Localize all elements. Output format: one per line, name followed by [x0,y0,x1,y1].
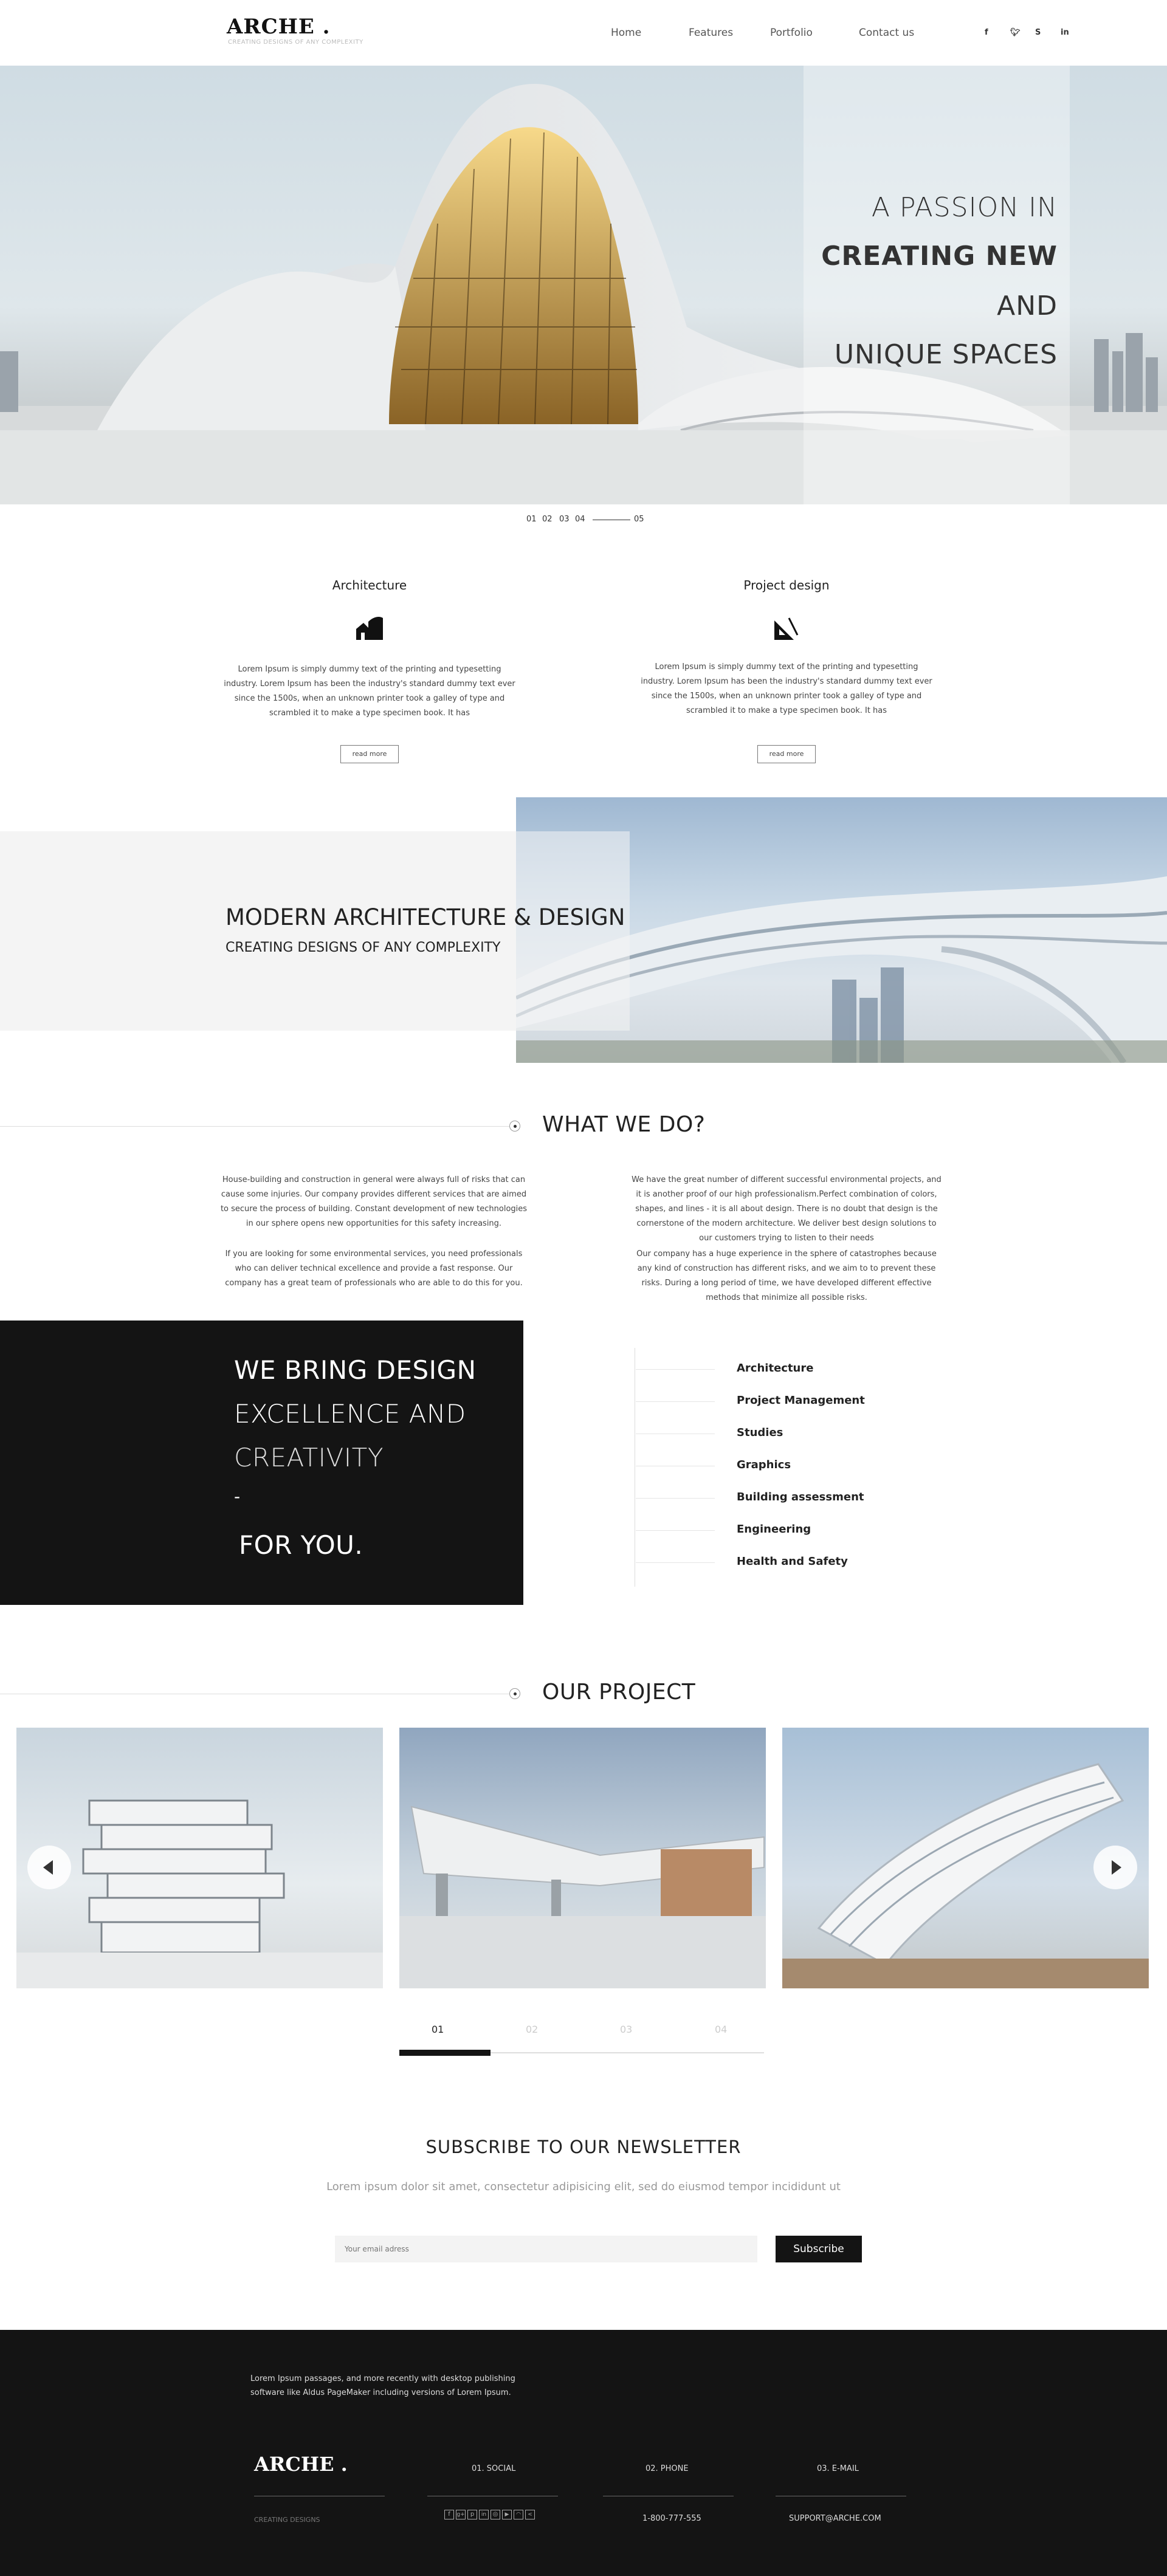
newsletter-subheading: Lorem ipsum dolor sit amet, consectetur … [326,2180,841,2193]
modern-subtitle: CREATING DESIGNS OF ANY COMPLEXITY [225,940,501,955]
logo[interactable]: ARCHE . [227,15,330,39]
google-plus-icon[interactable]: g+ [456,2510,466,2519]
read-more-button[interactable]: read more [757,745,816,763]
twitter-icon[interactable]: 🐦︎ [1010,28,1021,37]
hero-pager-01[interactable]: 01 [526,515,537,524]
service-item-project-management[interactable]: Project Management [737,1394,865,1407]
service-title-project-design: Project design [743,578,830,592]
project-progress-track [399,2050,764,2056]
what-we-do-right-2: Our company has a huge experience in the… [636,1249,937,1302]
buildings-icon [356,617,383,640]
footer-phone-title: 02. PHONE [645,2464,689,2473]
previous-arrow-icon[interactable] [27,1846,71,1889]
footer-email[interactable]: SUPPORT@ARCHE.COM [789,2514,881,2523]
project-tab-01[interactable]: 01 [432,2024,444,2035]
footer-logo[interactable]: ARCHE . [254,2453,348,2476]
service-item-studies[interactable]: Studies [737,1426,783,1439]
facebook-icon[interactable]: f [444,2510,454,2519]
project-progress-fill [399,2050,491,2056]
list-divider [636,1369,715,1370]
rss-icon[interactable]: ◠ [514,2510,523,2519]
hero-text-panel [804,66,1070,504]
what-we-do-heading: WHAT WE DO? [542,1112,706,1137]
linkedin-icon[interactable]: in [479,2510,489,2519]
hero-line-3: AND [997,290,1058,321]
list-divider [636,1401,715,1402]
section-bullet-icon [509,1688,520,1699]
project-tab-02[interactable]: 02 [526,2024,538,2035]
bring-line-2: EXCELLENCE AND [234,1399,466,1429]
service-item-architecture[interactable]: Architecture [737,1362,813,1375]
service-item-health-and-safety[interactable]: Health and Safety [737,1555,848,1568]
project-tab-03[interactable]: 03 [620,2024,632,2035]
what-we-do-right-1: We have the great number of different su… [632,1175,942,1243]
hero-line-2: CREATING NEW [821,241,1058,272]
service-item-graphics[interactable]: Graphics [737,1458,791,1471]
footer-email-title: 03. E-MAIL [817,2464,859,2473]
hero-pager-04[interactable]: 04 [575,515,585,524]
service-text-project-design: Lorem Ipsum is simply dummy text of the … [641,662,932,715]
logo-tagline: CREATING DESIGNS OF ANY COMPLEXITY [228,39,363,46]
service-item-engineering[interactable]: Engineering [737,1523,811,1536]
share-icon[interactable]: < [525,2510,535,2519]
hero-pager-02[interactable]: 02 [542,515,553,524]
newsletter-heading: SUBSCRIBE TO OUR NEWSLETTER [425,2137,742,2157]
bring-line-5: FOR YOU. [239,1530,363,1560]
read-more-button[interactable]: read more [340,745,399,763]
hero-pager-03[interactable]: 03 [559,515,570,524]
hero-pager-05[interactable]: 05 [634,515,644,524]
site-footer [0,2330,1167,2576]
project-tab-04[interactable]: 04 [715,2024,727,2035]
bring-line-1: WE BRING DESIGN [234,1355,477,1385]
bring-line-4: - [234,1486,241,1506]
nav-features[interactable]: Features [689,27,733,39]
next-arrow-icon[interactable] [1093,1846,1137,1889]
youtube-icon[interactable]: ▶ [502,2510,512,2519]
triangle-ruler-icon [774,617,799,640]
modern-overlay [516,831,630,1031]
facebook-icon[interactable]: f [985,28,988,37]
section-divider [0,1126,509,1127]
site-header: ARCHE . CREATING DESIGNS OF ANY COMPLEXI… [0,0,1167,66]
what-we-do-left-1: House-building and construction in gener… [220,1175,528,1228]
our-project-heading: OUR PROJECT [542,1680,696,1705]
hero-line-4: UNIQUE SPACES [834,339,1058,370]
project-image-2[interactable] [399,1728,766,1988]
footer-blurb-line-1: Lorem Ipsum passages, and more recently … [250,2374,515,2383]
project-image-1[interactable] [16,1728,383,1988]
list-divider [636,1562,715,1563]
skype-icon[interactable]: S [1035,28,1041,37]
section-bullet-icon [509,1121,520,1132]
nav-home[interactable]: Home [611,27,641,39]
service-text-architecture: Lorem Ipsum is simply dummy text of the … [224,665,515,718]
nav-portfolio[interactable]: Portfolio [770,27,813,39]
subscribe-button[interactable]: Subscribe [776,2236,862,2262]
service-item-building-assessment[interactable]: Building assessment [737,1491,864,1503]
email-input[interactable] [335,2236,757,2262]
modern-title: MODERN ARCHITECTURE & DESIGN [225,904,625,930]
footer-social-title: 01. SOCIAL [472,2464,516,2473]
list-divider [636,1498,715,1499]
service-title-architecture: Architecture [332,578,407,592]
pinterest-icon[interactable]: p [467,2510,477,2519]
hero-line-1: A PASSION IN [871,192,1058,223]
list-divider [636,1530,715,1531]
hero-slider: A PASSION IN CREATING NEW AND UNIQUE SPA… [0,66,1167,504]
bring-line-3: CREATIVITY [234,1443,384,1472]
nav-contact-us[interactable]: Contact us [859,27,914,39]
linkedin-icon[interactable]: in [1061,28,1069,37]
footer-logo-tagline: CREATING DESIGNS [254,2516,320,2524]
footer-phone[interactable]: 1-800-777-555 [642,2514,701,2523]
footer-blurb-line-2: software like Aldus PageMaker including … [250,2388,511,2397]
dribbble-icon[interactable]: ◎ [491,2510,500,2519]
what-we-do-left-2: If you are looking for some environmenta… [225,1249,523,1288]
